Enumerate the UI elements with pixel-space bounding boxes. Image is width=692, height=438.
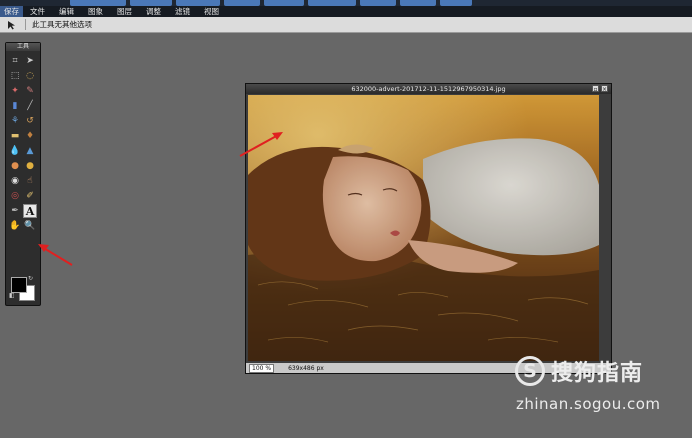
watermark-text: 搜狗指南 bbox=[551, 361, 644, 386]
watermark-url: zhinan.sogou.com bbox=[516, 395, 661, 413]
sogou-logo-icon: S bbox=[515, 356, 545, 386]
sogou-watermark: S 搜狗指南 bbox=[515, 355, 643, 387]
red-arrow-image bbox=[239, 132, 283, 157]
red-arrow-type-tool bbox=[38, 244, 73, 266]
